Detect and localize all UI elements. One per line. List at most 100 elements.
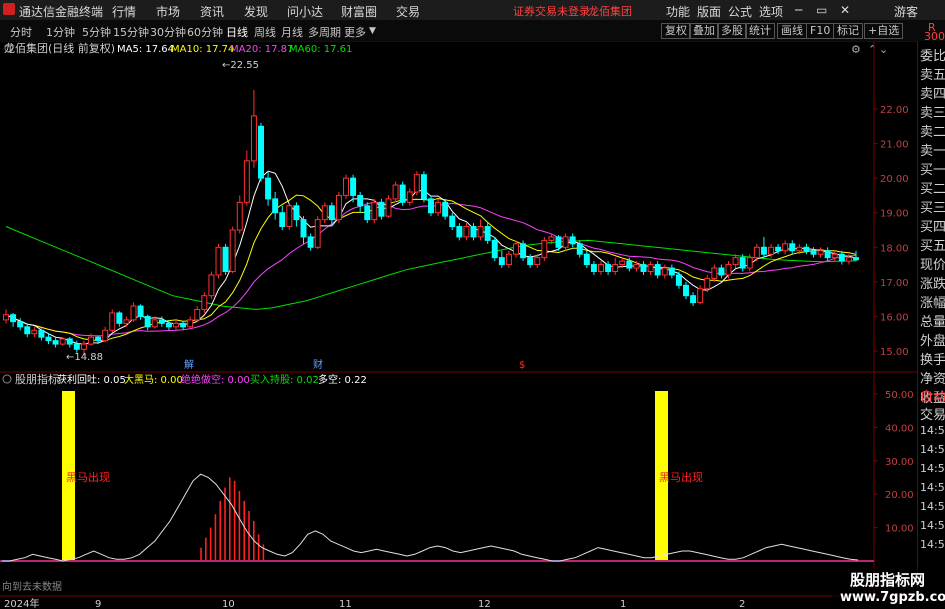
- candle-body: [357, 194, 364, 207]
- candle-body: [109, 312, 116, 331]
- huaxian-button[interactable]: 画线: [777, 23, 807, 39]
- event-marker-cai[interactable]: 财: [313, 358, 323, 371]
- menu-item-hangqing[interactable]: 行情: [112, 3, 136, 20]
- menu-item-xuanxiang[interactable]: 选项: [759, 3, 783, 20]
- candle-body: [17, 321, 24, 328]
- period-more[interactable]: 更多: [344, 24, 366, 40]
- period-15min[interactable]: 15分钟: [113, 24, 149, 40]
- price-tick-label: 19.00: [880, 209, 909, 220]
- menu-item-gongneng[interactable]: 功能: [666, 3, 690, 20]
- period-daily[interactable]: 日线: [226, 24, 248, 40]
- candle-body: [845, 257, 852, 262]
- tick-time: 14:56: [920, 538, 945, 551]
- indicator-value-chigu: 买入持股: 0.02: [250, 373, 319, 386]
- candle-body: [484, 226, 491, 241]
- candle-body: [293, 205, 300, 221]
- candle-body: [838, 253, 845, 262]
- indicator-tick-label: 50.00: [885, 390, 914, 401]
- candle-body: [279, 212, 286, 228]
- fuquan-button[interactable]: 复权: [661, 23, 691, 39]
- candle-body: [66, 338, 73, 345]
- candle-body: [343, 177, 349, 196]
- panel-item: 涨幅: [920, 296, 945, 311]
- candle-body: [520, 243, 527, 259]
- period-30min[interactable]: 30分钟: [150, 24, 186, 40]
- candle-body: [300, 219, 307, 238]
- candle-body: [399, 184, 406, 203]
- trade-tab[interactable]: 交易: [920, 404, 945, 423]
- tick-time: 14:56: [920, 500, 945, 513]
- menu-item-banmian[interactable]: 版面: [697, 3, 721, 20]
- candle-body: [775, 246, 782, 252]
- minimize-button[interactable]: ─: [795, 3, 802, 17]
- tick-time: 14:56: [920, 519, 945, 532]
- no-data-text: 向到去未数据: [2, 580, 62, 593]
- candle-body: [59, 338, 66, 345]
- candle-body: [392, 184, 399, 200]
- menu-item-caifuquan[interactable]: 财富圈: [341, 3, 377, 20]
- indicator-settings-icon[interactable]: [2, 374, 12, 384]
- close-button[interactable]: ✕: [840, 3, 850, 17]
- diejia-button[interactable]: 叠加: [689, 23, 719, 39]
- menu-item-shichang[interactable]: 市场: [156, 3, 180, 20]
- chevron-down-icon[interactable]: ▼: [369, 26, 376, 36]
- login-status[interactable]: 证券交易未登录: [513, 3, 590, 19]
- candle-body: [831, 253, 838, 259]
- candle-body: [201, 295, 208, 311]
- menu-item-zixun[interactable]: 资讯: [200, 3, 224, 20]
- settings-gear-icon[interactable]: ⚙: [851, 43, 861, 56]
- period-60min[interactable]: 60分钟: [187, 24, 223, 40]
- date-label: 9: [95, 599, 101, 609]
- collapse-down-icon[interactable]: ⌄: [879, 43, 888, 56]
- panel-item: 卖五: [920, 68, 945, 83]
- menu-item-jiaoyi[interactable]: 交易: [396, 3, 420, 20]
- candle-body: [463, 226, 470, 238]
- candle-body: [768, 246, 774, 255]
- period-fenshi[interactable]: 分时: [10, 24, 32, 40]
- menu-item-faxian[interactable]: 发现: [244, 3, 268, 20]
- candle-body: [243, 160, 250, 203]
- price-tick-label: 15.00: [880, 347, 909, 358]
- menu-item-wenxiaoda[interactable]: 问小达: [287, 3, 323, 20]
- candle-body: [435, 201, 442, 214]
- price-tick-label: 18.00: [880, 243, 909, 254]
- candle-body: [782, 243, 789, 252]
- candle-body: [576, 243, 583, 255]
- event-marker-jie[interactable]: 解: [184, 358, 194, 371]
- candle-body: [258, 125, 264, 179]
- price-tick-label: 17.00: [880, 278, 909, 289]
- candle-body: [647, 264, 654, 272]
- period-weekly[interactable]: 周线: [254, 24, 276, 40]
- candle-body: [605, 264, 612, 272]
- tongji-button[interactable]: 统计: [745, 23, 775, 39]
- guest-label[interactable]: 游客: [894, 3, 918, 20]
- restore-button[interactable]: ▭: [816, 3, 827, 17]
- chart-title: 龙佰集团(日线 前复权): [4, 41, 115, 55]
- indicator-name[interactable]: 股朋指标: [15, 372, 59, 386]
- period-1min[interactable]: 1分钟: [46, 24, 75, 40]
- candle-body: [116, 312, 123, 324]
- add-watchlist-button[interactable]: +自选: [864, 23, 904, 39]
- kline-chart-area[interactable]: 龙佰集团(日线 前复权) MA5: 17.64 MA10: 17.74 MA20…: [0, 41, 917, 609]
- biaoji-button[interactable]: 标记: [833, 23, 863, 39]
- event-marker-dollar[interactable]: $: [519, 360, 525, 371]
- menu-bar: 通达信金融终端 行情 市场 资讯 发现 问小达 财富圈 交易 证券交易未登录 龙…: [0, 0, 945, 21]
- candle-body: [548, 236, 555, 241]
- panel-item: 卖二: [920, 125, 945, 140]
- duogu-button[interactable]: 多股: [717, 23, 747, 39]
- collapse-up-icon[interactable]: ⌃: [868, 43, 877, 56]
- period-multi[interactable]: 多周期: [308, 24, 341, 40]
- f10-button[interactable]: F10: [806, 23, 835, 39]
- candle-body: [130, 305, 137, 321]
- menu-item-gongshi[interactable]: 公式: [728, 3, 752, 20]
- auto-trade-tab[interactable]: 自动: [920, 386, 945, 405]
- candle-body: [498, 257, 505, 266]
- candle-body: [810, 250, 817, 255]
- period-monthly[interactable]: 月线: [281, 24, 303, 40]
- period-5min[interactable]: 5分钟: [82, 24, 111, 40]
- panel-item: 现价: [920, 258, 945, 273]
- stock-name: 龙佰集团: [588, 5, 632, 18]
- candle-body: [470, 226, 477, 238]
- candle-body: [321, 205, 328, 221]
- candle-body: [173, 322, 179, 328]
